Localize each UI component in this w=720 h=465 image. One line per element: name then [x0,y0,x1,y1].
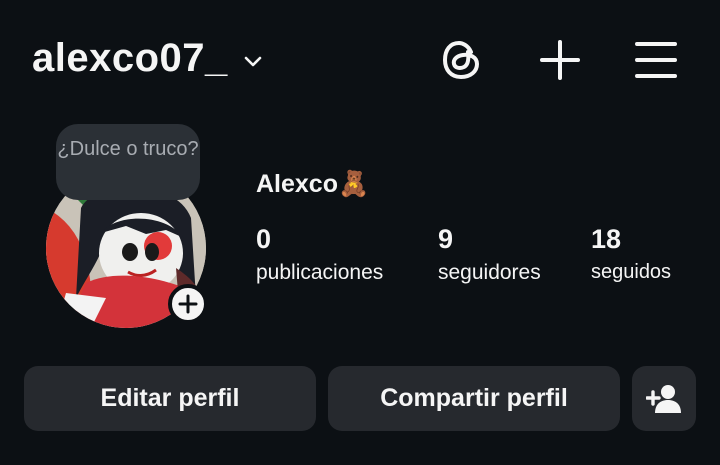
note-text: ¿Dulce o truco? [57,138,199,160]
username: alexco07_ [32,36,228,80]
stat-value: 18 [591,224,622,254]
create-post-button[interactable] [536,36,584,84]
stat-label: seguidores [438,261,541,284]
menu-icon [635,42,677,78]
note-bubble[interactable]: ¿Dulce o truco? [56,124,200,200]
add-person-icon [646,384,681,413]
top-bar: alexco07_ [0,0,720,120]
stat-posts[interactable]: 0 publicaciones [256,224,383,285]
stat-value: 9 [438,224,454,254]
threads-icon[interactable] [438,36,486,84]
stat-following[interactable]: 18 seguidos [591,224,671,284]
stat-label: publicaciones [256,261,384,284]
stat-label: seguidos [591,261,672,283]
add-story-button[interactable] [168,284,208,324]
discover-people-button[interactable] [632,366,696,431]
edit-profile-button[interactable]: Editar perfil [24,366,316,431]
account-switcher[interactable]: alexco07_ [32,36,264,81]
plus-icon [178,294,198,314]
display-name: Alexco🧸 [256,170,370,198]
stat-value: 0 [256,224,272,254]
chevron-down-icon [244,56,262,66]
plus-icon [540,40,580,80]
menu-button[interactable] [632,36,680,84]
stat-followers[interactable]: 9 seguidores [438,224,541,285]
share-profile-button[interactable]: Compartir perfil [328,366,620,431]
